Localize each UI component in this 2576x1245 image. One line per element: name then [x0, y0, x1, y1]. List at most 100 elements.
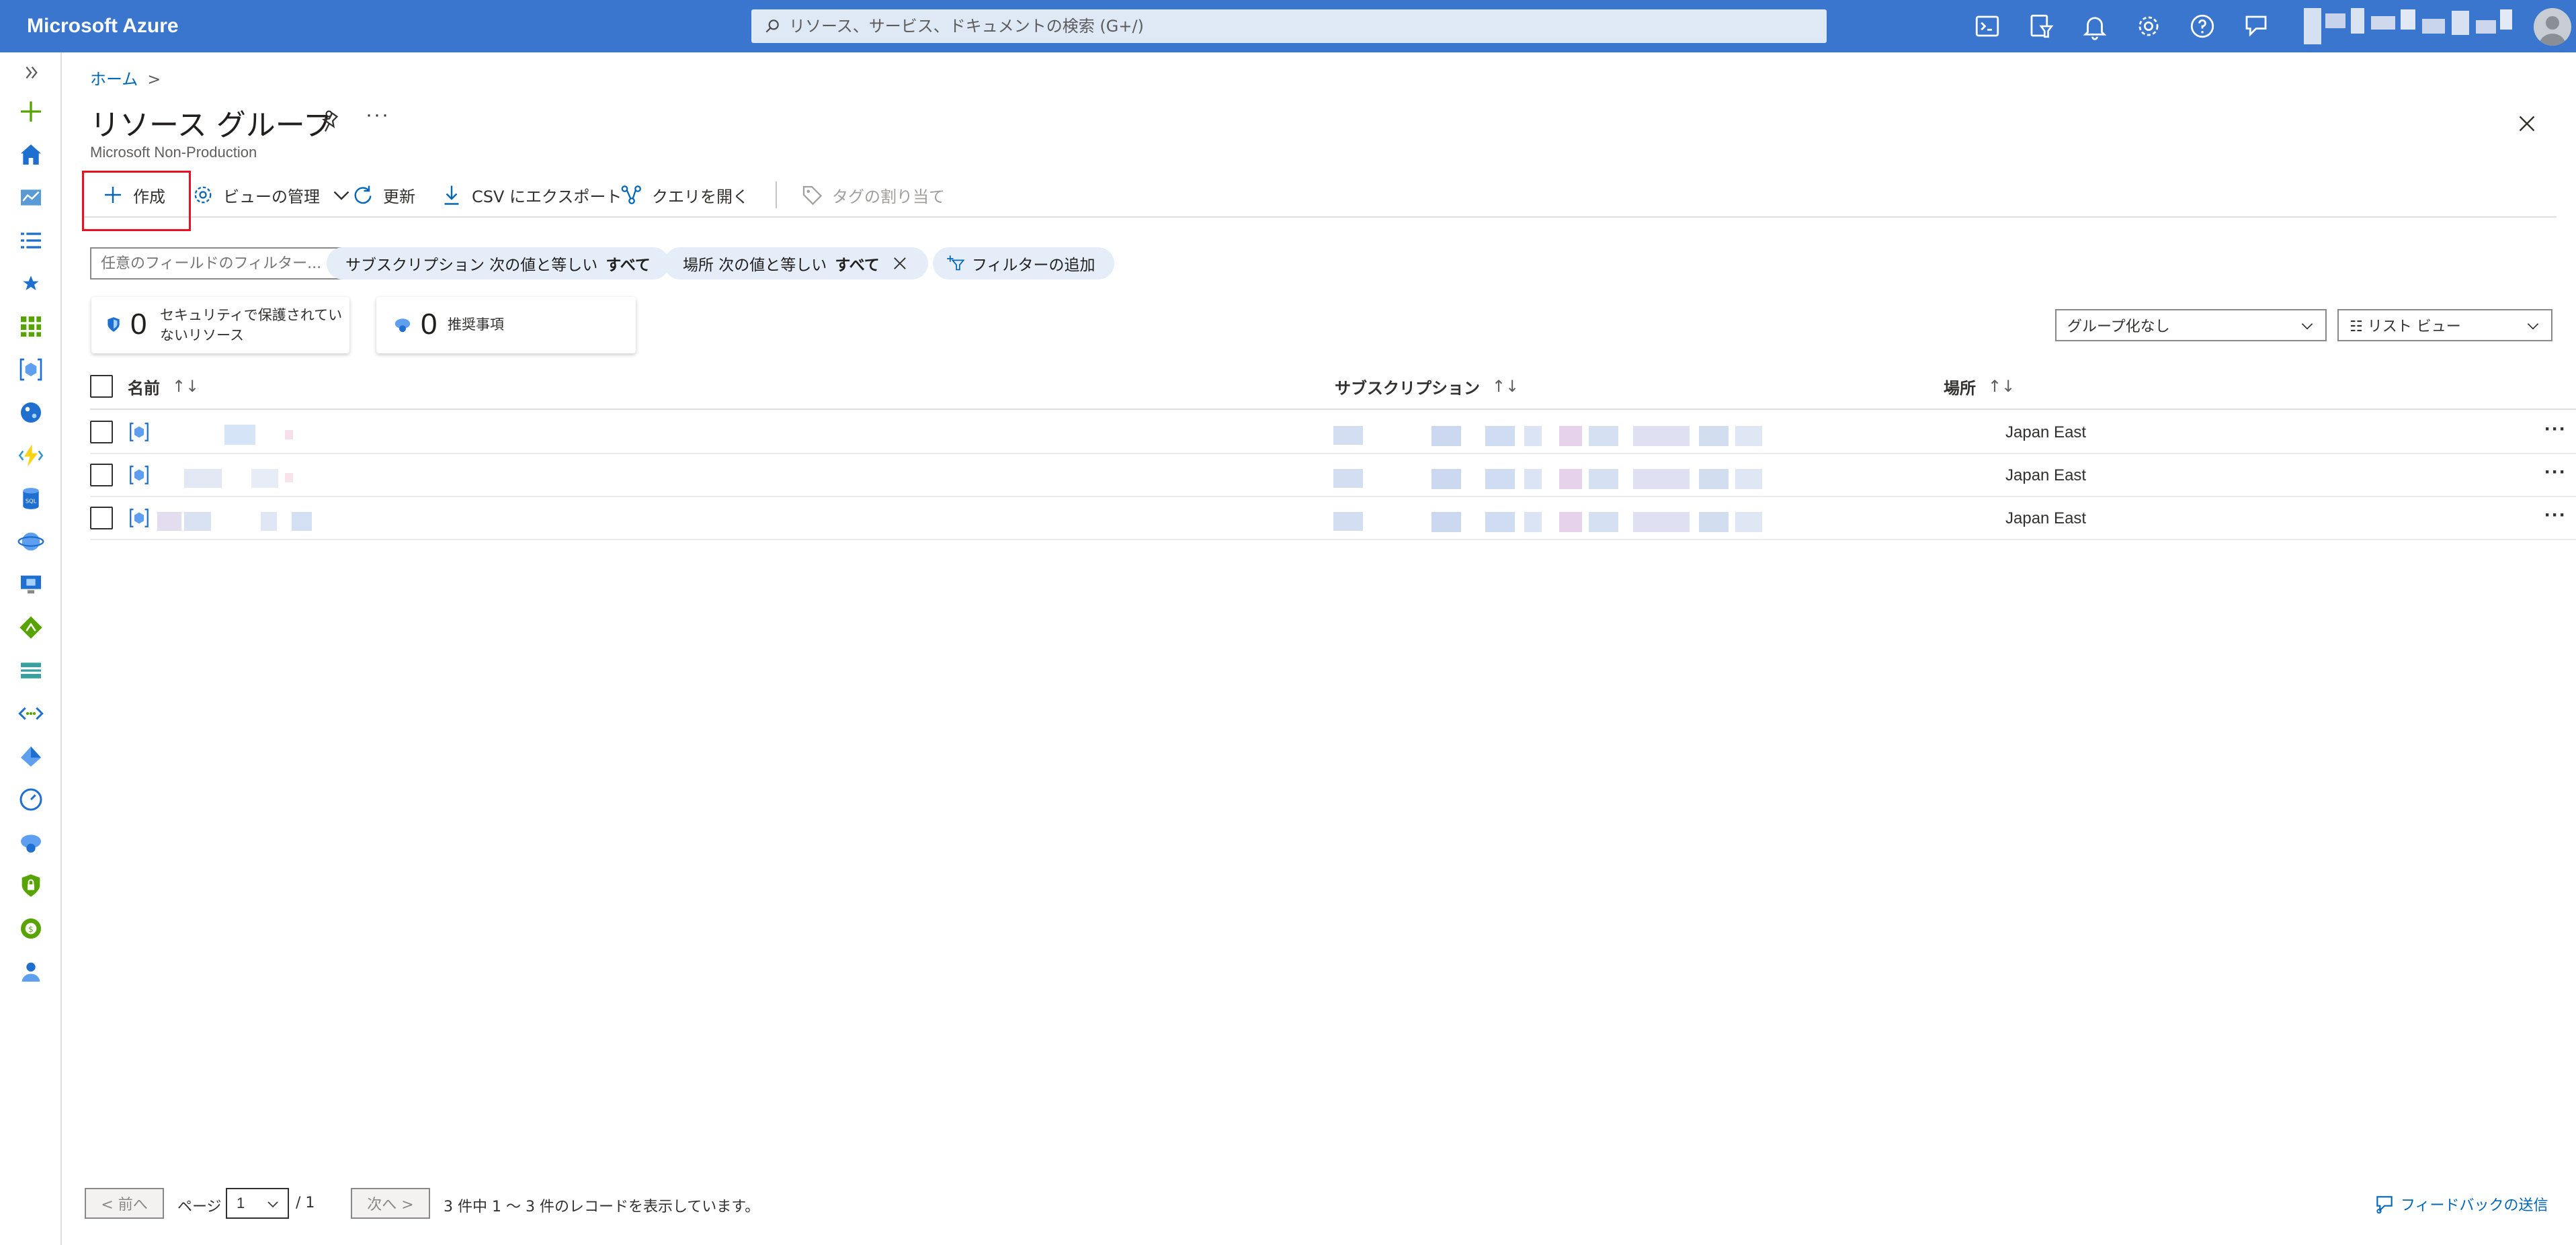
close-icon[interactable]	[890, 254, 909, 273]
account-info[interactable]	[2304, 7, 2513, 46]
table-row[interactable]: Japan East ···	[90, 454, 2576, 497]
location-filter-label: 場所 次の値と等しい	[683, 257, 827, 274]
feedback-icon[interactable]	[2242, 12, 2270, 40]
manage-view-button[interactable]: ビューの管理	[191, 172, 354, 218]
next-page-button[interactable]: 次へ >	[351, 1188, 430, 1219]
home-icon[interactable]	[17, 141, 44, 168]
chevron-down-icon	[2527, 323, 2539, 330]
directory-filter-icon[interactable]	[2027, 12, 2055, 40]
refresh-button[interactable]: 更新	[351, 172, 415, 218]
column-location-label: 場所	[1944, 378, 1976, 398]
unsecured-label-line2: ないリソース	[160, 327, 244, 343]
sort-icon: ↑↓	[1988, 377, 2016, 396]
resource-group-icon	[130, 466, 149, 484]
assign-tags-button[interactable]: タグの割り当て	[800, 172, 945, 218]
load-balancers-icon[interactable]	[17, 614, 44, 641]
column-subscription[interactable]: サブスクリプション ↑↓	[1335, 363, 1519, 410]
dashboard-icon[interactable]	[17, 184, 44, 211]
subscription-filter-pill[interactable]: サブスクリプション 次の値と等しい すべて	[327, 247, 669, 280]
help-support-icon[interactable]	[17, 958, 44, 985]
advisor-icon[interactable]	[17, 829, 44, 856]
location-filter-pill[interactable]: 場所 次の値と等しい すべて	[664, 247, 928, 280]
storage-accounts-icon[interactable]	[17, 657, 44, 684]
page-label: ページ	[177, 1199, 222, 1215]
app-services-icon[interactable]	[17, 399, 44, 426]
resource-group-icon	[130, 509, 149, 527]
all-services-icon[interactable]	[17, 227, 44, 254]
location-filter-value: すべて	[835, 257, 880, 274]
cosmos-db-icon[interactable]	[17, 528, 44, 555]
toolbar-divider	[776, 181, 777, 208]
left-rail: SQL $	[0, 52, 62, 1245]
cloud-shell-icon[interactable]	[1973, 12, 2001, 40]
brand-link[interactable]: Microsoft Azure	[27, 0, 179, 52]
export-csv-button[interactable]: CSV にエクスポート	[440, 172, 622, 218]
expand-icon[interactable]	[17, 59, 44, 86]
row-checkbox[interactable]	[90, 421, 113, 443]
page-select-value: 1	[237, 1195, 245, 1211]
more-options-button[interactable]: ···	[366, 103, 390, 126]
page-select[interactable]: 1	[226, 1188, 289, 1219]
avatar[interactable]	[2534, 8, 2571, 46]
main-content: ホーム > リソース グループ ··· Microsoft Non-Product…	[62, 52, 2576, 1245]
row-location: Japan East	[2005, 509, 2087, 527]
feedback-link[interactable]: フィードバックの送信	[2374, 1193, 2548, 1215]
svg-text:SQL: SQL	[26, 498, 37, 505]
row-more-button[interactable]: ···	[2544, 461, 2567, 484]
view-dropdown[interactable]: ☷ リスト ビュー	[2337, 309, 2552, 341]
favorites-icon[interactable]	[17, 270, 44, 297]
all-resources-icon[interactable]	[17, 313, 44, 340]
query-icon	[621, 185, 641, 204]
help-icon[interactable]	[2188, 12, 2216, 40]
tag-icon	[802, 185, 823, 206]
global-search[interactable]	[751, 9, 1827, 43]
subscription-filter-label: サブスクリプション 次の値と等しい	[345, 257, 598, 274]
page-total: / 1	[296, 1195, 315, 1211]
column-location[interactable]: 場所 ↑↓	[1944, 363, 2015, 410]
sql-database-icon[interactable]: SQL	[17, 485, 44, 512]
close-icon[interactable]	[2515, 112, 2539, 136]
highlight-box	[82, 171, 191, 231]
monitor-icon[interactable]	[17, 786, 44, 813]
feedback-label: フィードバックの送信	[2401, 1197, 2548, 1214]
sort-icon: ↑↓	[1492, 377, 1520, 396]
export-csv-label: CSV にエクスポート	[472, 187, 622, 206]
open-query-button[interactable]: クエリを開く	[620, 172, 749, 218]
resource-groups-icon[interactable]	[17, 356, 44, 383]
row-checkbox[interactable]	[90, 507, 113, 529]
record-summary: 3 件中 1 〜 3 件のレコードを表示しています。	[444, 1199, 760, 1215]
unsecured-label-line1: セキュリティで保護されてい	[160, 307, 343, 323]
settings-icon[interactable]	[2134, 12, 2163, 40]
unsecured-count: 0	[130, 308, 147, 341]
chevron-down-icon	[333, 191, 349, 200]
table-row[interactable]: Japan East ···	[90, 411, 2576, 454]
unsecured-resources-card[interactable]: 0 セキュリティで保護されてい ないリソース	[91, 297, 349, 353]
grouping-dropdown[interactable]: グループ化なし	[2055, 309, 2327, 341]
create-resource-icon[interactable]	[17, 98, 44, 125]
table-row[interactable]: Japan East ···	[90, 497, 2576, 540]
row-more-button[interactable]: ···	[2544, 504, 2567, 527]
virtual-networks-icon[interactable]	[17, 700, 44, 727]
defender-icon[interactable]	[17, 872, 44, 899]
resource-group-icon	[130, 423, 149, 441]
search-input[interactable]	[789, 13, 1797, 39]
cost-management-icon[interactable]: $	[17, 915, 44, 942]
add-filter-pill[interactable]: フィルターの追加	[933, 247, 1114, 280]
page-title: リソース グループ	[90, 108, 333, 142]
notifications-icon[interactable]	[2081, 12, 2109, 40]
grouping-value: グループ化なし	[2067, 318, 2170, 335]
select-all-checkbox[interactable]	[90, 375, 113, 398]
prev-page-button[interactable]: < 前へ	[85, 1188, 164, 1219]
function-app-icon[interactable]	[17, 442, 44, 469]
breadcrumb: ホーム >	[90, 66, 161, 89]
search-icon	[765, 19, 779, 33]
row-location: Japan East	[2005, 466, 2087, 484]
column-name[interactable]: 名前 ↑↓	[128, 363, 199, 410]
row-checkbox[interactable]	[90, 464, 113, 486]
row-more-button[interactable]: ···	[2544, 418, 2567, 441]
entra-id-icon[interactable]	[17, 743, 44, 770]
virtual-machines-icon[interactable]	[17, 571, 44, 598]
pin-icon[interactable]	[317, 110, 341, 134]
recommendations-card[interactable]: 0 推奨事項	[376, 297, 636, 353]
breadcrumb-home[interactable]: ホーム	[90, 70, 138, 89]
